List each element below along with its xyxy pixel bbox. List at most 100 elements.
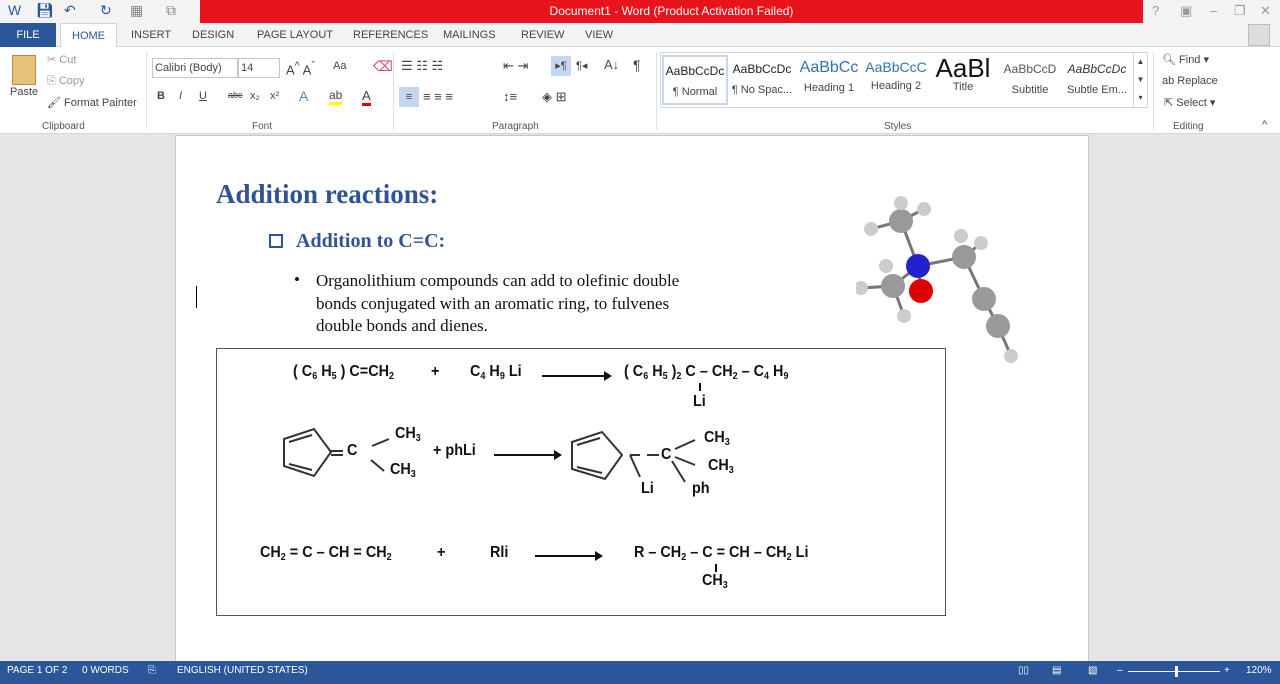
ltr-icon[interactable]: ▸¶ bbox=[551, 56, 571, 76]
bond-line bbox=[715, 564, 717, 572]
text-effects-icon[interactable]: A bbox=[299, 88, 308, 104]
indent-icon[interactable]: ⇤ ⇥ bbox=[503, 58, 528, 74]
style-heading-1[interactable]: AaBbCc Heading 1 bbox=[796, 55, 862, 105]
underline-button[interactable]: U bbox=[199, 90, 207, 102]
find-label: Find bbox=[1179, 54, 1201, 66]
document-page[interactable]: Addition reactions: Addition to C=C: • O… bbox=[175, 135, 1089, 665]
format-painter-label: Format Painter bbox=[64, 97, 137, 109]
formula-text: CH bbox=[708, 457, 729, 474]
save-icon[interactable]: 💾︎ bbox=[36, 2, 54, 19]
format-painter-button[interactable]: 🖌︎ Format Painter bbox=[47, 96, 137, 109]
align-left-icon[interactable]: ≡ bbox=[399, 87, 419, 107]
style-preview: AaBl bbox=[935, 55, 991, 81]
tab-design[interactable]: DESIGN bbox=[192, 23, 234, 47]
font-size-select[interactable]: 14 bbox=[238, 58, 280, 78]
line-spacing-icon[interactable]: ↕≡ bbox=[503, 89, 517, 104]
highlight-icon[interactable]: ab bbox=[329, 88, 343, 105]
zoom-slider-thumb[interactable] bbox=[1175, 666, 1178, 677]
tab-references[interactable]: REFERENCES bbox=[353, 23, 428, 47]
show-marks-icon[interactable]: ¶ bbox=[633, 57, 641, 73]
page-count[interactable]: PAGE 1 OF 2 bbox=[7, 661, 67, 681]
style-heading-2[interactable]: AaBbCcC Heading 2 bbox=[863, 55, 929, 105]
ribbon-options-button[interactable]: ▣ bbox=[1180, 3, 1192, 19]
formula-text: ( C bbox=[293, 363, 313, 380]
subscript: 2 bbox=[389, 371, 395, 382]
style--normal[interactable]: AaBbCcDc ¶ Normal bbox=[662, 55, 728, 105]
r2-product-li: Li bbox=[641, 480, 654, 497]
italic-button[interactable]: I bbox=[179, 90, 182, 102]
r2-c: C bbox=[347, 442, 358, 459]
zoom-in-button[interactable]: + bbox=[1224, 661, 1230, 681]
find-button[interactable]: 🔍︎ Find ▾ bbox=[1162, 53, 1209, 66]
help-button[interactable]: ? bbox=[1152, 3, 1159, 18]
change-case-button[interactable]: Aa bbox=[333, 60, 346, 72]
replace-button[interactable]: ab Replace bbox=[1162, 75, 1218, 87]
restore-button[interactable]: ❐ bbox=[1234, 3, 1246, 19]
tab-mailings[interactable]: MAILINGS bbox=[443, 23, 496, 47]
shading-icon[interactable]: ◈ ⊞ bbox=[542, 89, 567, 105]
formula-text: CH bbox=[260, 544, 281, 561]
replace-label: Replace bbox=[1177, 75, 1218, 87]
tab-insert[interactable]: INSERT bbox=[131, 23, 171, 47]
formula-text: CH bbox=[395, 425, 416, 442]
cut-button[interactable]: ✂ Cut bbox=[47, 53, 76, 66]
zoom-out-button[interactable]: – bbox=[1117, 661, 1123, 681]
bullets-icon[interactable]: ☰ ☷ ☵ bbox=[401, 58, 443, 74]
formula-text: R – CH bbox=[634, 544, 682, 561]
gallery-scroll[interactable]: ▲ ▼ ▾ bbox=[1133, 53, 1147, 107]
word-count[interactable]: 0 WORDS bbox=[82, 661, 129, 681]
style-preview: AaBbCcDc bbox=[665, 64, 725, 78]
zoom-slider[interactable] bbox=[1128, 671, 1220, 672]
style-subtitle[interactable]: AaBbCcD Subtitle bbox=[997, 55, 1063, 105]
rtl-icon[interactable]: ¶◂ bbox=[576, 59, 587, 72]
copy-button[interactable]: ⎘ Copy bbox=[47, 75, 85, 88]
style-title[interactable]: AaBl Title bbox=[930, 55, 996, 105]
r2-product-ph: ph bbox=[692, 480, 710, 497]
formula-text: ( C bbox=[624, 363, 644, 380]
web-layout-icon[interactable]: ▧ bbox=[1088, 661, 1097, 681]
customize-icon[interactable]: ⧉ bbox=[166, 2, 176, 19]
user-avatar[interactable] bbox=[1248, 24, 1270, 46]
formula-r1-reactant: ( C6 H5 ) C=CH2 bbox=[293, 363, 394, 382]
tab-page-layout[interactable]: PAGE LAYOUT bbox=[257, 23, 333, 47]
formula-text: ) C=CH bbox=[336, 363, 390, 380]
read-mode-icon[interactable]: ▯▯ bbox=[1018, 661, 1029, 681]
tab-review[interactable]: REVIEW bbox=[521, 23, 564, 47]
r2-reagent: + phLi bbox=[433, 442, 476, 459]
touch-mode-icon[interactable]: ▦ bbox=[130, 2, 143, 19]
font-color-icon[interactable]: A bbox=[362, 88, 371, 106]
cut-label: Cut bbox=[59, 54, 77, 66]
style-label: Heading 1 bbox=[803, 82, 855, 94]
sort-icon[interactable]: A↓ bbox=[604, 57, 619, 72]
select-button[interactable]: ⇱ Select ▾ bbox=[1164, 96, 1215, 109]
proofing-icon[interactable]: ⎘ bbox=[148, 661, 156, 681]
strikethrough-button[interactable]: abc bbox=[228, 90, 243, 100]
language[interactable]: ENGLISH (UNITED STATES) bbox=[177, 661, 308, 681]
bullet-line: Organolithium compounds can add to olefi… bbox=[316, 271, 680, 290]
close-button[interactable]: ✕ bbox=[1260, 3, 1271, 19]
superscript-button[interactable]: x² bbox=[270, 90, 279, 102]
reactions-box: ( C6 H5 ) C=CH2 + C4 H9 Li ( C6 H5 )2 C … bbox=[216, 348, 946, 616]
redo-icon[interactable]: ↻ bbox=[100, 2, 112, 19]
r2-product-c: C bbox=[661, 446, 672, 463]
tab-file[interactable]: FILE bbox=[0, 23, 56, 47]
subscript: 3 bbox=[410, 469, 416, 480]
subscript-button[interactable]: x₂ bbox=[250, 90, 260, 102]
undo-icon[interactable]: ↶ bbox=[64, 2, 76, 19]
tab-view[interactable]: VIEW bbox=[585, 23, 613, 47]
bold-button[interactable]: B bbox=[157, 90, 165, 102]
minimize-button[interactable]: – bbox=[1210, 3, 1217, 18]
font-name-select[interactable]: Calibri (Body) bbox=[152, 58, 238, 78]
style-subtle-em-[interactable]: AaBbCcDc Subtle Em... bbox=[1064, 55, 1130, 105]
tab-home[interactable]: HOME bbox=[60, 23, 117, 47]
align-icons[interactable]: ≡ ≡ ≡ bbox=[423, 89, 453, 104]
arrowhead-icon bbox=[595, 551, 603, 561]
print-layout-icon[interactable]: ▤ bbox=[1052, 661, 1061, 681]
grow-font-button[interactable]: A^ Aˇ bbox=[286, 60, 315, 77]
paste-button[interactable]: Paste bbox=[10, 86, 38, 98]
style--no-spac-[interactable]: AaBbCcDc ¶ No Spac... bbox=[729, 55, 795, 105]
paste-icon[interactable] bbox=[12, 55, 36, 85]
zoom-level[interactable]: 120% bbox=[1246, 661, 1272, 681]
collapse-ribbon-icon[interactable]: ^ bbox=[1262, 119, 1267, 131]
clear-formatting-icon[interactable]: ⌫ bbox=[373, 58, 393, 75]
